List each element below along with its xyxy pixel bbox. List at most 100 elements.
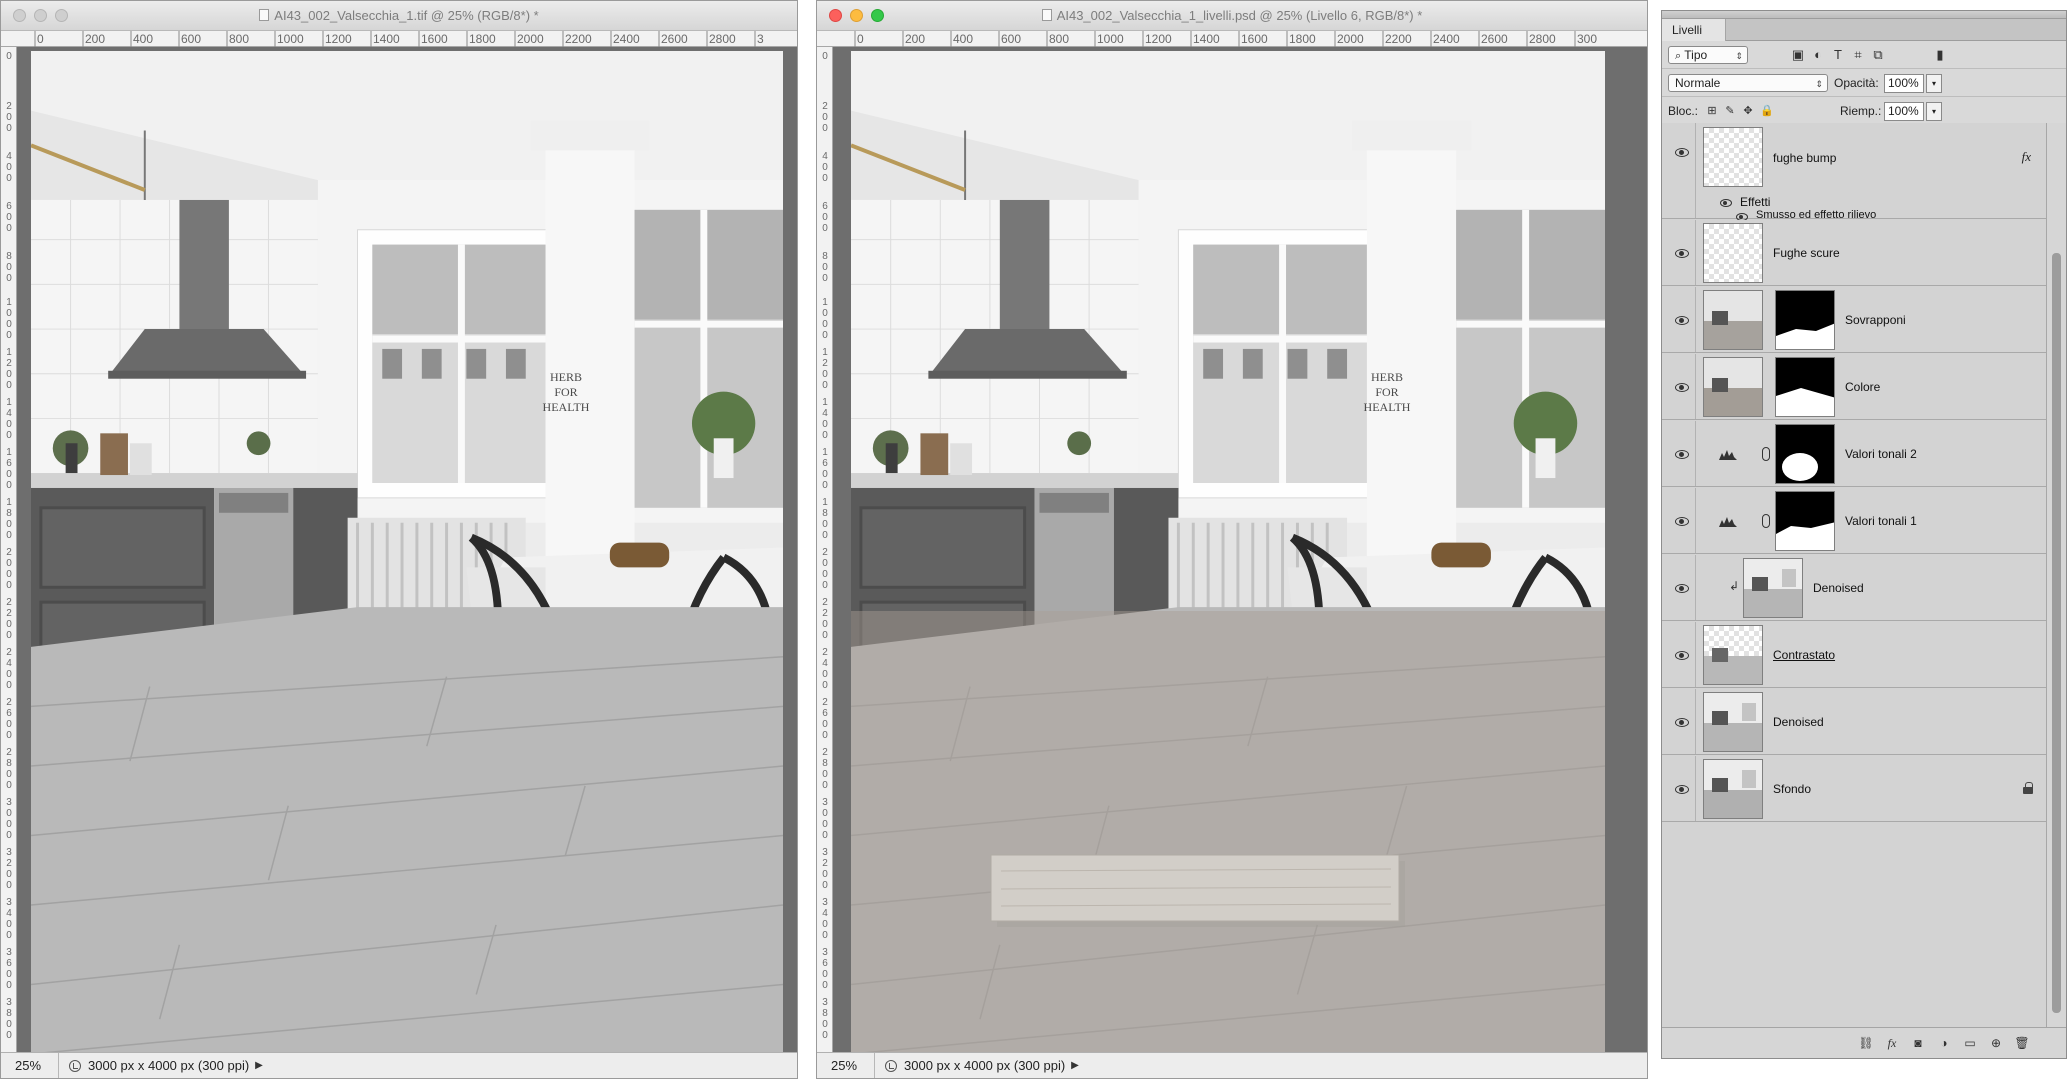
horizontal-ruler[interactable]: 0 200 400 600 800 1000 1200 1400 1600 18… bbox=[1, 31, 797, 47]
status-bar: 25% 3000 px x 4000 px (300 ppi) ▶ bbox=[1, 1052, 797, 1078]
opacity-input[interactable]: 100% bbox=[1884, 74, 1924, 93]
lock-image-icon[interactable]: ✎ bbox=[1724, 105, 1736, 117]
new-adjustment-icon[interactable]: ◑ bbox=[1936, 1036, 1952, 1050]
layer-mask-thumbnail[interactable] bbox=[1775, 491, 1835, 551]
link-layers-icon[interactable]: ⛓ bbox=[1858, 1036, 1874, 1050]
layer-name[interactable]: Colore bbox=[1845, 380, 1880, 394]
layer-row[interactable]: Denoised bbox=[1662, 689, 2047, 755]
layer-name[interactable]: Fughe scure bbox=[1773, 246, 1840, 260]
layer-row[interactable]: Sfondo bbox=[1662, 756, 2047, 822]
ruler-label: 1 0 0 0 bbox=[6, 297, 12, 341]
info-menu-arrow-icon[interactable]: ▶ bbox=[255, 1060, 263, 1071]
ruler-label: 8 0 0 bbox=[6, 251, 12, 284]
shape-filter-icon[interactable]: ⌗ bbox=[1850, 47, 1866, 62]
layers-list[interactable]: fughe bump fx Effetti Smusso ed effetto … bbox=[1662, 123, 2047, 1027]
visibility-eye-icon[interactable] bbox=[1671, 648, 1693, 662]
ruler-label: 2 4 0 0 bbox=[6, 647, 12, 691]
layer-filter-select[interactable]: ⌕ Tipo ⇕ bbox=[1668, 46, 1748, 64]
adjustment-filter-icon[interactable]: ◐ bbox=[1810, 47, 1826, 62]
layer-thumbnail bbox=[1743, 558, 1803, 618]
visibility-eye-icon[interactable] bbox=[1671, 447, 1693, 461]
layer-name[interactable]: Denoised bbox=[1773, 715, 1824, 729]
layer-row[interactable]: fughe bump fx Effetti Smusso ed effetto … bbox=[1662, 123, 2047, 221]
layer-name[interactable]: fughe bump bbox=[1773, 151, 1836, 165]
thumbnail-image bbox=[1704, 358, 1762, 416]
layer-mask-thumbnail[interactable] bbox=[1775, 424, 1835, 484]
status-bar: 25% 3000 px x 4000 px (300 ppi) ▶ bbox=[817, 1052, 1647, 1078]
ruler-label: 3 2 0 0 bbox=[6, 847, 12, 891]
visibility-eye-icon[interactable] bbox=[1671, 715, 1693, 729]
layer-row[interactable]: Sovrapponi bbox=[1662, 287, 2047, 353]
layer-name[interactable]: Sfondo bbox=[1773, 782, 1811, 796]
document-window-left[interactable]: AI43_002_Valsecchia_1.tif @ 25% (RGB/8*)… bbox=[0, 0, 798, 1079]
info-menu-arrow-icon[interactable]: ▶ bbox=[1071, 1060, 1079, 1071]
delete-layer-icon[interactable]: 🗑 bbox=[2014, 1036, 2030, 1050]
visibility-eye-icon[interactable] bbox=[1671, 514, 1693, 528]
panel-header-bar[interactable] bbox=[1662, 11, 2066, 19]
mask-link-icon[interactable] bbox=[1762, 447, 1770, 461]
lock-all-icon[interactable]: 🔒 bbox=[1760, 105, 1774, 117]
ruler-label: 800 bbox=[229, 32, 250, 46]
type-filter-icon[interactable]: T bbox=[1830, 47, 1846, 62]
fill-input[interactable]: 100% bbox=[1884, 102, 1924, 121]
document-canvas[interactable]: HERB FOR HEALTH bbox=[31, 51, 783, 1052]
visibility-eye-icon[interactable] bbox=[1671, 145, 1693, 159]
blend-mode-select[interactable]: Normale ⇕ bbox=[1668, 74, 1828, 92]
add-style-icon[interactable]: fx bbox=[1884, 1036, 1900, 1050]
visibility-column bbox=[1662, 287, 1696, 352]
ruler-label: 400 bbox=[133, 32, 154, 46]
layer-row[interactable]: Colore bbox=[1662, 354, 2047, 420]
zoom-field[interactable]: 25% bbox=[1, 1053, 59, 1078]
fx-badge-icon[interactable]: fx bbox=[2022, 149, 2031, 165]
add-mask-icon[interactable]: ◙ bbox=[1910, 1036, 1926, 1050]
document-window-right[interactable]: AI43_002_Valsecchia_1_livelli.psd @ 25% … bbox=[816, 0, 1648, 1079]
new-group-icon[interactable]: ▭ bbox=[1962, 1036, 1978, 1050]
fill-dropdown-icon[interactable]: ▾ bbox=[1926, 102, 1942, 121]
title-bar[interactable]: AI43_002_Valsecchia_1.tif @ 25% (RGB/8*)… bbox=[1, 1, 797, 31]
layer-row[interactable]: ↲ Denoised bbox=[1662, 555, 2047, 621]
visibility-eye-icon[interactable] bbox=[1671, 246, 1693, 260]
share-icon[interactable] bbox=[885, 1059, 897, 1072]
zoom-field[interactable]: 25% bbox=[817, 1053, 875, 1078]
layer-name[interactable]: Sovrapponi bbox=[1845, 313, 1906, 327]
visibility-eye-icon[interactable] bbox=[1671, 782, 1693, 796]
layer-name[interactable]: Valori tonali 1 bbox=[1845, 514, 1917, 528]
title-bar[interactable]: AI43_002_Valsecchia_1_livelli.psd @ 25% … bbox=[817, 1, 1647, 31]
ruler-label: 2400 bbox=[613, 32, 640, 46]
ruler-label: 1200 bbox=[325, 32, 352, 46]
opacity-dropdown-icon[interactable]: ▾ bbox=[1926, 74, 1942, 93]
new-layer-icon[interactable]: ⊕ bbox=[1988, 1036, 2004, 1050]
ruler-label: 2200 bbox=[1385, 32, 1412, 46]
layer-mask-thumbnail[interactable] bbox=[1775, 290, 1835, 350]
vertical-ruler[interactable]: 0 2 0 0 4 0 0 6 0 0 8 0 0 1 0 0 0 1 2 0 … bbox=[1, 47, 17, 1052]
lock-transparent-icon[interactable]: ⊞ bbox=[1706, 105, 1718, 117]
layers-panel[interactable]: Livelli ⌕ Tipo ⇕ ▣ ◐ T ⌗ ⧉ ▮ Normale ⇕ Opa… bbox=[1661, 10, 2067, 1059]
visibility-eye-icon[interactable] bbox=[1671, 313, 1693, 327]
filter-toggle-icon[interactable]: ▮ bbox=[1932, 47, 1948, 62]
document-canvas[interactable]: HERB FOR HEALTH bbox=[851, 51, 1605, 1052]
layer-name[interactable]: Contrastato bbox=[1773, 648, 1835, 662]
vertical-scrollbar[interactable] bbox=[1621, 47, 1647, 1052]
smart-object-filter-icon[interactable]: ⧉ bbox=[1870, 47, 1886, 62]
pixel-filter-icon[interactable]: ▣ bbox=[1790, 47, 1806, 62]
lock-position-icon[interactable]: ✥ bbox=[1742, 105, 1754, 117]
horizontal-ruler[interactable]: 0 200 400 600 800 1000 1200 1400 1600 18… bbox=[817, 31, 1647, 47]
layer-name[interactable]: Valori tonali 2 bbox=[1845, 447, 1917, 461]
tab-layers[interactable]: Livelli bbox=[1662, 19, 1726, 41]
share-icon[interactable] bbox=[69, 1059, 81, 1072]
layer-mask-thumbnail[interactable] bbox=[1775, 357, 1835, 417]
visibility-eye-icon[interactable] bbox=[1671, 581, 1693, 595]
layer-row[interactable]: Contrastato bbox=[1662, 622, 2047, 688]
ruler-label: 3 4 0 0 bbox=[6, 897, 12, 941]
layer-name[interactable]: Denoised bbox=[1813, 581, 1864, 595]
vertical-ruler[interactable]: 0 2 0 0 4 0 0 6 0 0 8 0 0 1 0 0 0 1 2 0 … bbox=[817, 47, 833, 1052]
layer-row[interactable]: Valori tonali 1 bbox=[1662, 488, 2047, 554]
layer-row[interactable]: Fughe scure bbox=[1662, 220, 2047, 286]
layers-scrollbar[interactable] bbox=[2046, 123, 2066, 1027]
effects-eye-icon[interactable] bbox=[1720, 198, 1734, 208]
scrollbar-thumb[interactable] bbox=[2052, 253, 2061, 1013]
visibility-eye-icon[interactable] bbox=[1671, 380, 1693, 394]
mask-link-icon[interactable] bbox=[1762, 514, 1770, 528]
layer-row[interactable]: Valori tonali 2 bbox=[1662, 421, 2047, 487]
ruler-label: 4 0 0 bbox=[6, 151, 12, 184]
